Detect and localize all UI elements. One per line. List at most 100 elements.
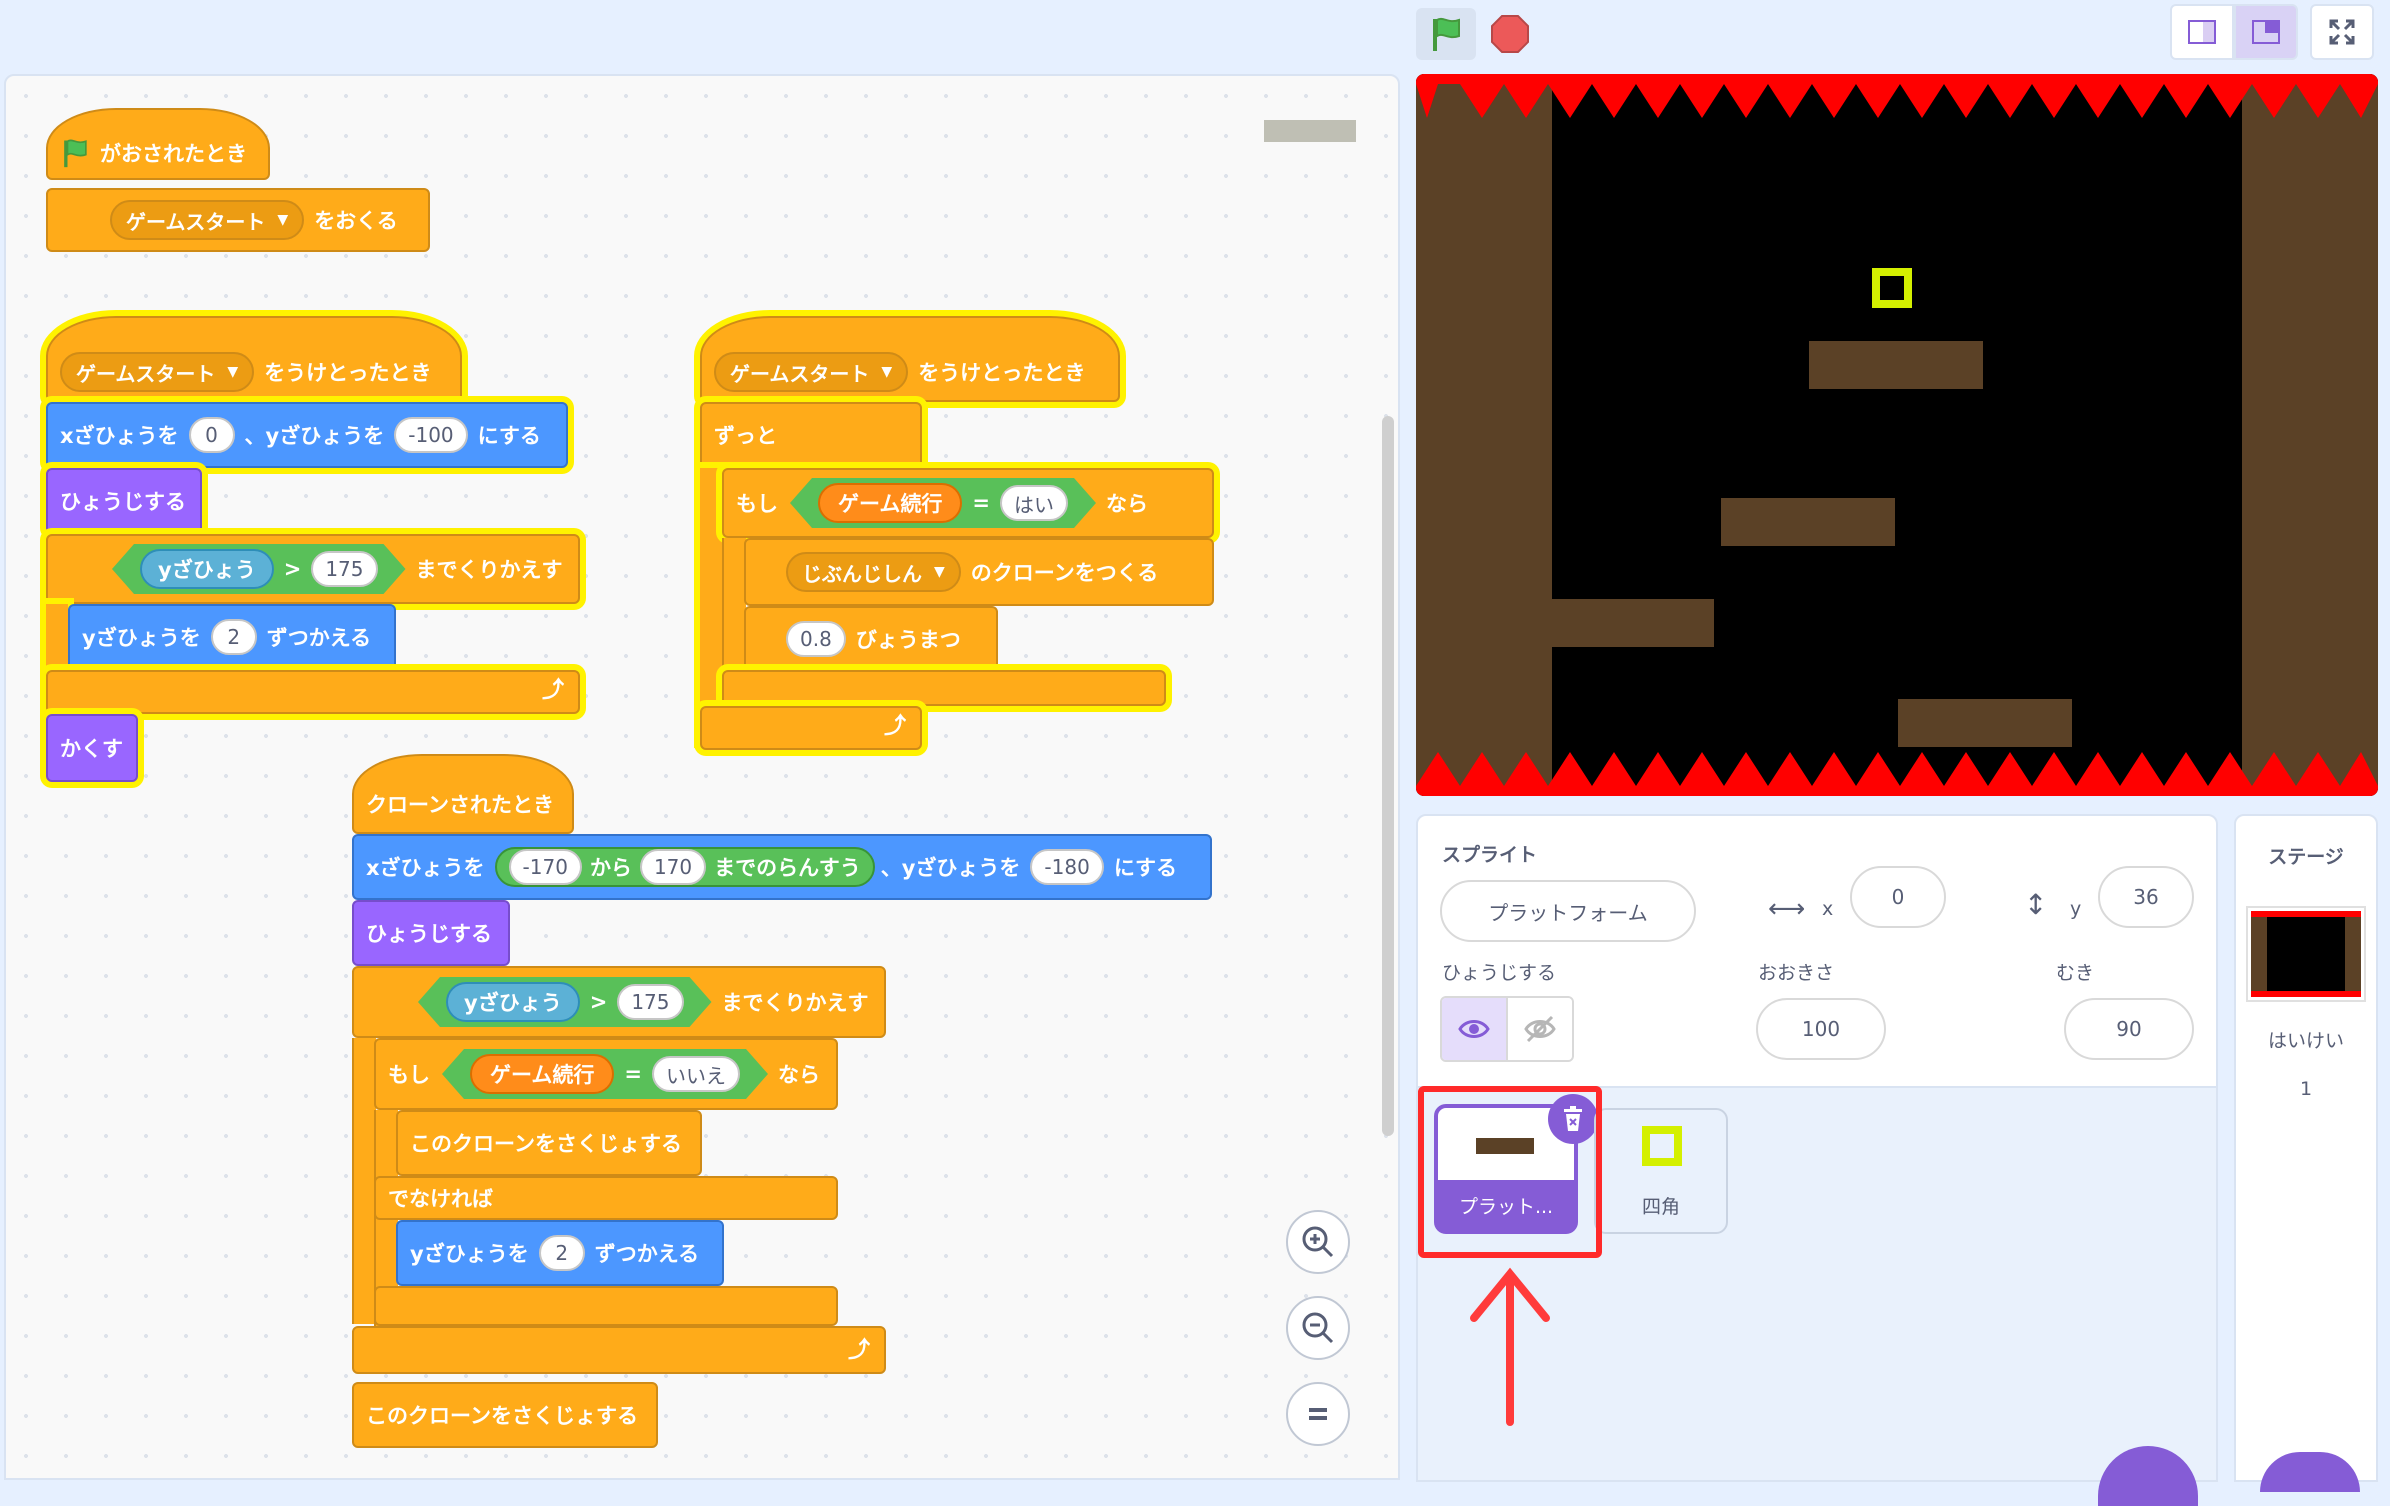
backdrop-thumbnail[interactable] bbox=[2246, 906, 2366, 1002]
broadcast-dropdown[interactable]: ゲームスタート ▼ bbox=[110, 200, 305, 240]
eq-operator-1[interactable]: ゲーム続行 = はい bbox=[790, 478, 1096, 528]
equals-icon bbox=[1309, 1408, 1327, 1420]
backdrop-label: はいけい bbox=[2267, 1030, 2344, 1052]
game-var-reporter-2[interactable]: ゲーム続行 bbox=[470, 1054, 614, 1094]
repeat-compare-input-2[interactable]: 175 bbox=[617, 984, 683, 1020]
large-stage-button[interactable] bbox=[2234, 4, 2298, 60]
show-toggle[interactable] bbox=[1440, 996, 1574, 1062]
then-label-2: なら bbox=[777, 1063, 820, 1087]
code-area[interactable]: がおされたとき ゲームスタート ▼ をおくる ゲームスタート ▼ をうけとったとき … bbox=[4, 74, 1400, 1480]
clone-y-input[interactable]: -180 bbox=[1030, 849, 1104, 885]
change-y-input[interactable]: 2 bbox=[210, 619, 257, 655]
change-y-input-2[interactable]: 2 bbox=[538, 1235, 585, 1271]
x-field[interactable]: 0 bbox=[1850, 866, 1946, 928]
eq-operator-2[interactable]: ゲーム続行 = いいえ bbox=[442, 1049, 768, 1099]
stop-icon bbox=[1491, 15, 1529, 53]
y-label: y bbox=[2070, 898, 2082, 920]
receive-suffix-1: をうけとったとき bbox=[264, 361, 432, 385]
delete-clone-block-2[interactable]: このクローンをさくじょする bbox=[352, 1382, 658, 1448]
sprite-info-panel: スプライト プラットフォーム ⟷ x 0 ↕ y 36 ひょうじする おおきさ … bbox=[1416, 814, 2218, 1088]
stage-selector-panel[interactable]: ステージ はいけい 1 bbox=[2234, 814, 2378, 1492]
goto-xy-block[interactable]: xざひょうを 0 、yざひょうを -100 にする bbox=[46, 402, 568, 468]
sprite-name-2: 四角 bbox=[1641, 1196, 1680, 1218]
repeat-end-block-2: ⤴ bbox=[352, 1326, 886, 1374]
flag-hat-label: がおされたとき bbox=[100, 142, 247, 166]
show-visible-button[interactable] bbox=[1442, 998, 1506, 1060]
gt-operator-2[interactable]: yざひょう > 175 bbox=[418, 977, 712, 1027]
if-else-end-block bbox=[374, 1286, 838, 1326]
hide-block[interactable]: かくす bbox=[46, 714, 138, 782]
size-label: おおきさ bbox=[1758, 962, 1835, 984]
choose-sprite-button[interactable] bbox=[2098, 1446, 2198, 1506]
y-position-reporter-2[interactable]: yざひょう bbox=[446, 982, 580, 1022]
receive-dropdown-2[interactable]: ゲームスタート ▼ bbox=[714, 352, 909, 392]
direction-field[interactable]: 90 bbox=[2064, 998, 2194, 1060]
repeat-until-block[interactable]: yざひょう > 175 までくりかえす bbox=[46, 534, 580, 604]
goto-random-block[interactable]: xざひょうを -170 から 170 までのらんすう 、yざひょうを -180 … bbox=[352, 834, 1212, 900]
repeat-until-block-2[interactable]: yざひょう > 175 までくりかえす bbox=[352, 966, 886, 1038]
platform-3 bbox=[1552, 599, 1714, 647]
large-stage-icon bbox=[2252, 20, 2280, 44]
when-cloned-block[interactable]: クローンされたとき bbox=[352, 754, 574, 834]
size-field[interactable]: 100 bbox=[1756, 998, 1886, 1060]
show-hidden-button[interactable] bbox=[1506, 998, 1572, 1060]
eq-symbol-2: = bbox=[624, 1062, 642, 1086]
create-clone-block[interactable]: じぶんじしん ▼ のクローンをつくる bbox=[744, 538, 1214, 606]
sprite-tile[interactable]: 四角 bbox=[1594, 1108, 1728, 1234]
receive-msg-1: ゲームスタート bbox=[76, 361, 216, 386]
small-stage-button[interactable] bbox=[2170, 4, 2234, 60]
scroll-indicator[interactable] bbox=[1264, 120, 1356, 142]
loop-arrow-icon: ⤴ bbox=[847, 1338, 870, 1363]
stop-button[interactable] bbox=[1484, 8, 1536, 60]
if-yes-block[interactable]: もし ゲーム続行 = はい なら bbox=[722, 468, 1214, 538]
loop-arrow-icon: ⤴ bbox=[883, 714, 906, 739]
receive-dropdown-1[interactable]: ゲームスタート ▼ bbox=[60, 352, 255, 392]
pick-random-label: までのらんすう bbox=[714, 856, 861, 880]
if-label-1: もし bbox=[736, 492, 778, 516]
show-block[interactable]: ひょうじする bbox=[46, 468, 202, 534]
goto-y-input[interactable]: -100 bbox=[394, 417, 468, 453]
platform-2 bbox=[1721, 498, 1895, 546]
when-receive-block-1[interactable]: ゲームスタート ▼ をうけとったとき bbox=[46, 316, 462, 402]
delete-clone-block-1[interactable]: このクローンをさくじょする bbox=[396, 1110, 702, 1176]
chevron-down-icon: ▼ bbox=[277, 212, 289, 228]
goto-x-input[interactable]: 0 bbox=[188, 417, 235, 453]
show-block-2[interactable]: ひょうじする bbox=[352, 900, 510, 966]
repeat-compare-input[interactable]: 175 bbox=[311, 551, 377, 587]
eq-value-yes[interactable]: はい bbox=[1000, 485, 1068, 521]
y-position-reporter[interactable]: yざひょう bbox=[140, 549, 274, 589]
zoom-out-button[interactable] bbox=[1286, 1296, 1350, 1360]
sprite-name-field[interactable]: プラットフォーム bbox=[1440, 880, 1696, 942]
vertical-scrollbar[interactable] bbox=[1382, 416, 1394, 1136]
platform-4 bbox=[1898, 699, 2072, 747]
rand-from-input[interactable]: -170 bbox=[508, 849, 582, 885]
clone-y-label: 、yざひょうを bbox=[880, 856, 1021, 880]
zoom-in-button[interactable] bbox=[1286, 1210, 1350, 1274]
choose-backdrop-button[interactable] bbox=[2260, 1452, 2360, 1492]
wait-block[interactable]: 0.8 びょうまつ bbox=[744, 606, 998, 672]
zoom-reset-button[interactable] bbox=[1286, 1382, 1350, 1446]
fullscreen-button[interactable] bbox=[2310, 4, 2374, 60]
broadcast-block[interactable]: ゲームスタート ▼ をおくる bbox=[46, 188, 430, 252]
clone-target-dropdown[interactable]: じぶんじしん ▼ bbox=[786, 552, 961, 592]
gt-operator[interactable]: yざひょう > 175 bbox=[112, 544, 406, 594]
eq-value-no[interactable]: いいえ bbox=[652, 1056, 740, 1092]
receive-msg-2: ゲームスタート bbox=[730, 361, 870, 386]
game-var-reporter-1[interactable]: ゲーム続行 bbox=[818, 483, 962, 523]
wait-input[interactable]: 0.8 bbox=[786, 621, 846, 657]
else-label: でなければ bbox=[388, 1187, 493, 1211]
y-field[interactable]: 36 bbox=[2098, 866, 2194, 928]
if-else-block[interactable]: もし ゲーム続行 = いいえ なら bbox=[374, 1038, 838, 1110]
change-y-block-2[interactable]: yざひょうを 2 ずつかえる bbox=[396, 1220, 724, 1286]
show-label: ひょうじする bbox=[1442, 962, 1557, 984]
change-y-block[interactable]: yざひょうを 2 ずつかえる bbox=[68, 604, 396, 670]
when-flag-clicked-block[interactable]: がおされたとき bbox=[46, 108, 270, 180]
pick-random-reporter[interactable]: -170 から 170 までのらんすう bbox=[494, 847, 875, 887]
stage-canvas[interactable] bbox=[1416, 74, 2378, 796]
forever-block[interactable]: ずっと bbox=[700, 402, 922, 468]
when-receive-block-2[interactable]: ゲームスタート ▼ をうけとったとき bbox=[700, 316, 1120, 402]
rand-to-input[interactable]: 170 bbox=[639, 849, 707, 885]
green-flag-icon bbox=[1433, 17, 1460, 51]
green-flag-button[interactable] bbox=[1416, 8, 1476, 60]
platform-1 bbox=[1809, 341, 1983, 389]
